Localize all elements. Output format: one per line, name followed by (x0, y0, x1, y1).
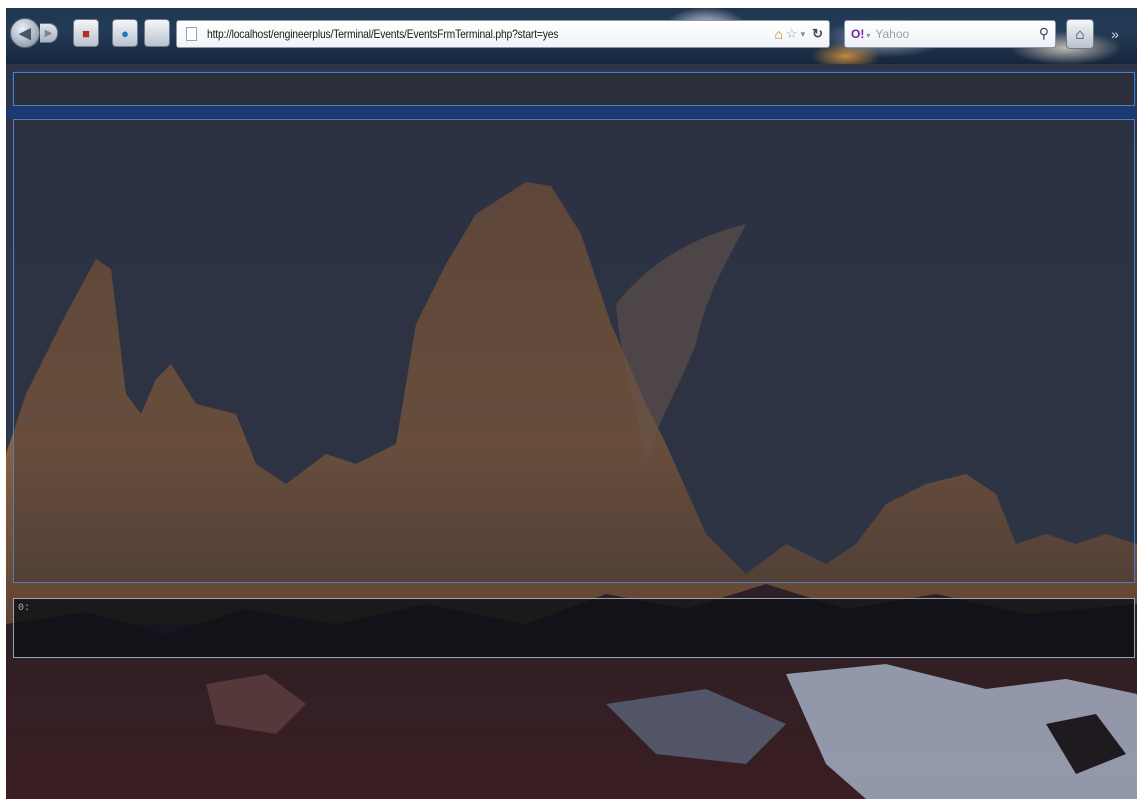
page-icon (186, 27, 197, 41)
page-content: 0: (6, 64, 1137, 799)
back-button[interactable]: ◀ (10, 18, 40, 48)
forward-arrow-icon: ▶ (44, 27, 53, 39)
reload-icon[interactable]: ↻ (812, 26, 823, 42)
search-engine-dropdown-icon: ▾ (866, 31, 871, 40)
header-panel (13, 72, 1135, 106)
browser-toolbar: ◀ ▶ ■ ● http://localhost/engineerplus/Te… (6, 8, 1137, 64)
home-icon: ⌂ (1075, 25, 1085, 43)
home-small-icon[interactable]: ⌂ (774, 26, 782, 42)
blank-toolbar-button[interactable] (144, 19, 170, 47)
address-bar-actions: ⌂ ☆ ▾ ↻ (774, 21, 823, 47)
search-bar[interactable]: O! ▾ Yahoo ⚲ (844, 20, 1056, 48)
events-display-panel (13, 119, 1135, 583)
home-button[interactable]: ⌂ (1066, 19, 1094, 49)
overflow-icon: » (1111, 26, 1119, 42)
forward-button[interactable]: ▶ (40, 23, 58, 43)
search-input[interactable]: Yahoo (875, 27, 909, 41)
star-icon[interactable]: ☆ (786, 26, 798, 42)
addon-toolbar-button[interactable]: ■ (73, 19, 99, 47)
globe-icon: ● (121, 25, 129, 41)
dropdown-arrow-icon[interactable]: ▾ (801, 29, 806, 40)
console-output: 0: (18, 603, 31, 614)
panel-separator (6, 108, 1137, 118)
browser-window: ◀ ▶ ■ ● http://localhost/engineerplus/Te… (6, 8, 1137, 799)
terminal-console[interactable]: 0: (13, 598, 1135, 658)
globe-toolbar-button[interactable]: ● (112, 19, 138, 47)
addon-icon: ■ (82, 25, 90, 41)
back-arrow-icon: ◀ (19, 25, 31, 42)
address-bar[interactable]: http://localhost/engineerplus/Terminal/E… (176, 20, 830, 48)
toolbar-overflow-button[interactable]: » (1100, 19, 1130, 49)
url-text[interactable]: http://localhost/engineerplus/Terminal/E… (207, 27, 558, 41)
search-engine-selector[interactable]: O! ▾ (851, 27, 870, 41)
magnifier-icon[interactable]: ⚲ (1039, 25, 1049, 42)
